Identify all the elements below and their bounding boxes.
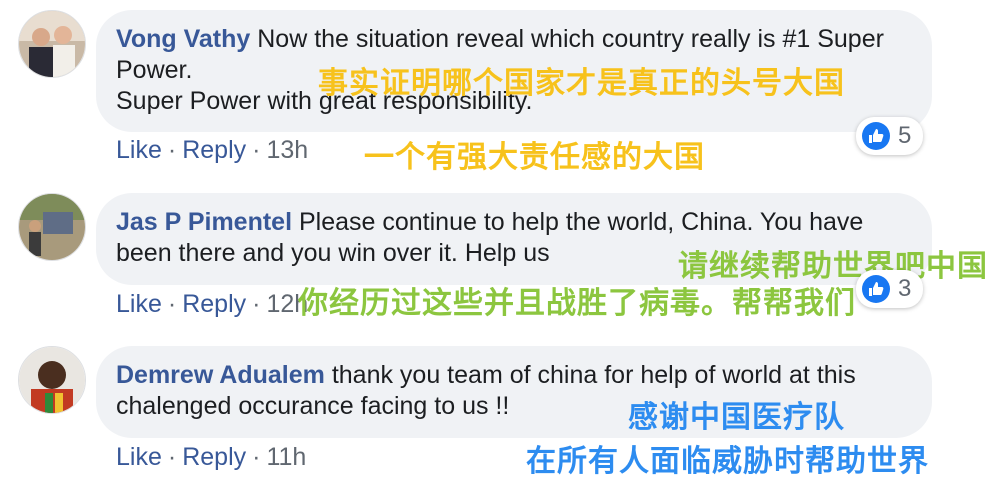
reaction-number: 5 xyxy=(898,122,912,149)
reaction-count[interactable]: 5 xyxy=(856,117,924,155)
reaction-count[interactable]: 3 xyxy=(856,270,924,308)
reply-link[interactable]: Reply xyxy=(182,290,246,318)
like-link[interactable]: Like xyxy=(116,443,162,471)
separator: · xyxy=(167,290,177,318)
avatar-jas-p-pimentel[interactable] xyxy=(18,193,86,261)
timestamp[interactable]: 13h xyxy=(266,136,308,164)
translation-overlay: 在所有人面临威胁时帮助世界 xyxy=(526,444,929,479)
reaction-number: 3 xyxy=(898,275,912,302)
like-link[interactable]: Like xyxy=(116,136,162,164)
translation-overlay: 一个有强大责任感的大国 xyxy=(364,140,705,175)
reply-link[interactable]: Reply xyxy=(182,136,246,164)
avatar-photo xyxy=(19,11,85,77)
comment-author[interactable]: Demrew Adualem xyxy=(116,361,325,389)
separator: · xyxy=(167,443,177,471)
translation-overlay: 感谢中国医疗队 xyxy=(628,400,845,435)
separator: · xyxy=(167,136,177,164)
comment-actions: Like · Reply · 12h xyxy=(116,290,308,319)
separator: · xyxy=(252,136,261,164)
avatar-demrew-adualem[interactable] xyxy=(18,346,86,414)
separator: · xyxy=(252,443,261,471)
avatar-photo xyxy=(19,347,85,413)
comment-actions: Like · Reply · 11h xyxy=(116,443,306,472)
timestamp[interactable]: 11h xyxy=(266,443,306,471)
comment-author[interactable]: Jas P Pimentel xyxy=(116,208,292,236)
comment-actions: Like · Reply · 13h xyxy=(116,136,308,165)
translation-overlay: 事实证明哪个国家才是真正的头号大国 xyxy=(318,66,845,101)
thumbs-up-icon xyxy=(862,122,890,150)
thumbs-up-icon xyxy=(862,275,890,303)
reply-link[interactable]: Reply xyxy=(182,443,246,471)
avatar-vong-vathy[interactable] xyxy=(18,10,86,78)
like-link[interactable]: Like xyxy=(116,290,162,318)
translation-overlay: 你经历过这些并且战胜了病毒。帮帮我们 xyxy=(298,286,856,321)
separator: · xyxy=(252,290,261,318)
comment-author[interactable]: Vong Vathy xyxy=(116,25,250,53)
avatar-photo xyxy=(19,194,85,260)
